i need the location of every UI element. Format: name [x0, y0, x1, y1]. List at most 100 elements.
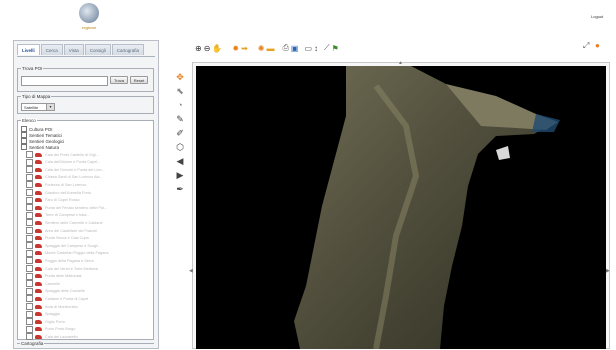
layer-item[interactable]: Area del Castellare dei Franchi [26, 227, 97, 234]
reset-button[interactable]: Reset [130, 76, 148, 84]
layer-checkbox[interactable] [26, 196, 33, 204]
select-icon[interactable]: ◔ [174, 99, 186, 111]
pan-west-icon[interactable]: ◀ [189, 268, 193, 274]
layer-item[interactable]: Caldane e Punta di Capel [26, 295, 88, 303]
draw-polygon-icon[interactable]: ⬡ [174, 141, 186, 153]
layer-item[interactable]: Cala dell'Allume e Punta Capel... [26, 158, 100, 166]
layer-item[interactable]: Cala dei Grecchi e Punta del Lion... [26, 166, 105, 174]
layer-item[interactable]: Punta Secca e Cala Cupa [26, 234, 89, 242]
zoom-out-icon[interactable]: ⊖ [204, 42, 211, 54]
pan-north-icon[interactable]: ▲ [398, 60, 403, 66]
layer-checkbox[interactable] [26, 204, 33, 212]
arrow-right-icon[interactable]: ➡ [241, 42, 248, 54]
measure-distance-icon[interactable]: ↕ [314, 42, 318, 54]
forward-icon[interactable]: ▶ [174, 169, 186, 181]
layer-checkbox[interactable] [26, 173, 33, 181]
tab-consigli[interactable]: Consigli [84, 44, 111, 55]
layer-item[interactable]: Spiaggia [26, 310, 60, 318]
layer-checkbox[interactable] [26, 287, 33, 295]
layer-item[interactable]: Cala del Lazzaretto [26, 333, 78, 341]
layer-item-label: Spiaggia [45, 312, 60, 317]
edit-pencil-icon[interactable]: ✐ [174, 127, 186, 139]
layer-item[interactable]: Isola di Montecristo [26, 303, 78, 310]
layer-checkbox[interactable] [26, 303, 33, 310]
layer-checkbox[interactable] [26, 158, 33, 166]
layer-checkbox[interactable] [26, 295, 33, 303]
layer-checkbox[interactable] [26, 181, 33, 189]
layer-group-label: Sentieri Natura [29, 144, 60, 150]
layer-item[interactable]: Faro di Capel Rosso [26, 196, 80, 204]
layer-checkbox[interactable] [26, 166, 33, 174]
tab-cartografia[interactable]: Cartografia [111, 44, 144, 55]
folder-icon[interactable]: ▬ [266, 42, 274, 54]
measure-area-icon[interactable]: ▭ [304, 42, 312, 54]
layer-checkbox[interactable] [26, 280, 33, 288]
layer-checkbox[interactable] [26, 310, 33, 318]
layer-item[interactable]: Cala del Porto Castello di Gigl... [26, 151, 99, 158]
layer-item[interactable]: Giglio Porto [26, 318, 65, 326]
layer-item[interactable]: Spiaggia del Campese e Scogli... [26, 242, 101, 250]
save-icon[interactable]: ▣ [291, 42, 299, 54]
find-button[interactable]: Trova [110, 76, 128, 84]
zoom-in-icon[interactable]: ⊕ [195, 42, 202, 54]
layer-checkbox[interactable] [26, 272, 33, 280]
layer-item-label: Punta delle Mattonaie [45, 274, 82, 279]
layer-checkbox[interactable] [26, 151, 33, 158]
layer-checkbox[interactable] [26, 227, 33, 234]
logout-link[interactable]: Logout [591, 14, 603, 19]
ruler-icon[interactable]: ⟋ [324, 42, 330, 54]
layer-item-label: Cannelle [45, 281, 60, 286]
previous-extent-icon[interactable]: ✹ [232, 42, 239, 54]
layer-checkbox[interactable] [26, 318, 33, 326]
layer-group[interactable]: Sentieri Natura [21, 144, 59, 150]
print-icon[interactable]: ⎙ [282, 42, 288, 54]
layer-checkbox[interactable] [26, 211, 33, 219]
layer-item[interactable]: Cannelle [26, 280, 60, 288]
layer-item[interactable]: Fortezza di San Lorenzo [26, 181, 86, 189]
layer-item[interactable]: Spiaggia delle Cannelle [26, 287, 85, 295]
layer-checkbox[interactable] [26, 325, 33, 333]
layer-item[interactable]: Monte Castellari Poggio della Pagana [26, 249, 109, 257]
poi-search-input[interactable] [21, 76, 108, 86]
layer-checkbox[interactable] [26, 189, 33, 196]
layer-checkbox[interactable] [26, 242, 33, 250]
map-type-value: Satellite [24, 105, 39, 110]
pan-east-icon[interactable]: ▶ [606, 268, 610, 274]
zoom-box-icon[interactable]: ⬉ [174, 85, 186, 97]
help-icon[interactable]: ⤢ [583, 41, 589, 51]
layer-item[interactable]: Giardino dell'Arenella Porto [26, 189, 91, 196]
globe-icon [79, 3, 99, 23]
tab-livelli[interactable]: Livelli [17, 44, 40, 55]
marker-icon[interactable]: ✒ [174, 183, 186, 195]
logo-text: regione [81, 25, 97, 30]
layer-item[interactable]: Chiesa Santi di San Lorenzo Ala... [26, 173, 103, 181]
full-extent-icon[interactable]: ✺ [258, 42, 265, 54]
tab-vista[interactable]: Vista [63, 44, 84, 55]
layer-checkbox[interactable] [26, 234, 33, 242]
layer-item-label: Punta del Fenaio sentiero delle Pal... [45, 205, 108, 210]
map-canvas[interactable] [196, 66, 606, 349]
layer-checkbox[interactable] [26, 219, 33, 227]
layer-item[interactable]: Torre di Campese e baia... [26, 211, 90, 219]
layer-checkbox[interactable] [26, 257, 33, 265]
layer-item[interactable]: Punta delle Mattonaie [26, 272, 82, 280]
layer-marker-icon [35, 319, 42, 324]
layer-checkbox[interactable] [26, 265, 33, 272]
layer-item[interactable]: Cala dei Ventri e Torre Medicea [26, 265, 98, 272]
identify-pencil-icon[interactable]: ✎ [174, 113, 186, 125]
layer-checkbox[interactable] [26, 249, 33, 257]
layer-item[interactable]: Sentiero delle Cannelle e Caldane [26, 219, 103, 227]
info-icon[interactable]: ● [595, 41, 600, 50]
layer-checkbox[interactable] [26, 333, 33, 341]
pan-arrows-icon[interactable]: ✥ [174, 71, 186, 83]
map-type-select[interactable]: Satellite ▾ [21, 103, 55, 111]
tab-cerca[interactable]: Cerca [40, 44, 63, 55]
pan-hand-icon[interactable]: ✋ [212, 42, 222, 54]
layer-item[interactable]: Porto Porto Borgo [26, 325, 75, 333]
layer-item[interactable]: Punta del Fenaio sentiero delle Pal... [26, 204, 108, 212]
layer-group-label: Cultura POI [29, 126, 53, 132]
flag-icon[interactable]: ⚑ [332, 42, 339, 54]
layer-item[interactable]: Poggio della Pagana e Serra [26, 257, 94, 265]
back-icon[interactable]: ◀ [174, 155, 186, 167]
group-checkbox[interactable] [21, 144, 27, 150]
